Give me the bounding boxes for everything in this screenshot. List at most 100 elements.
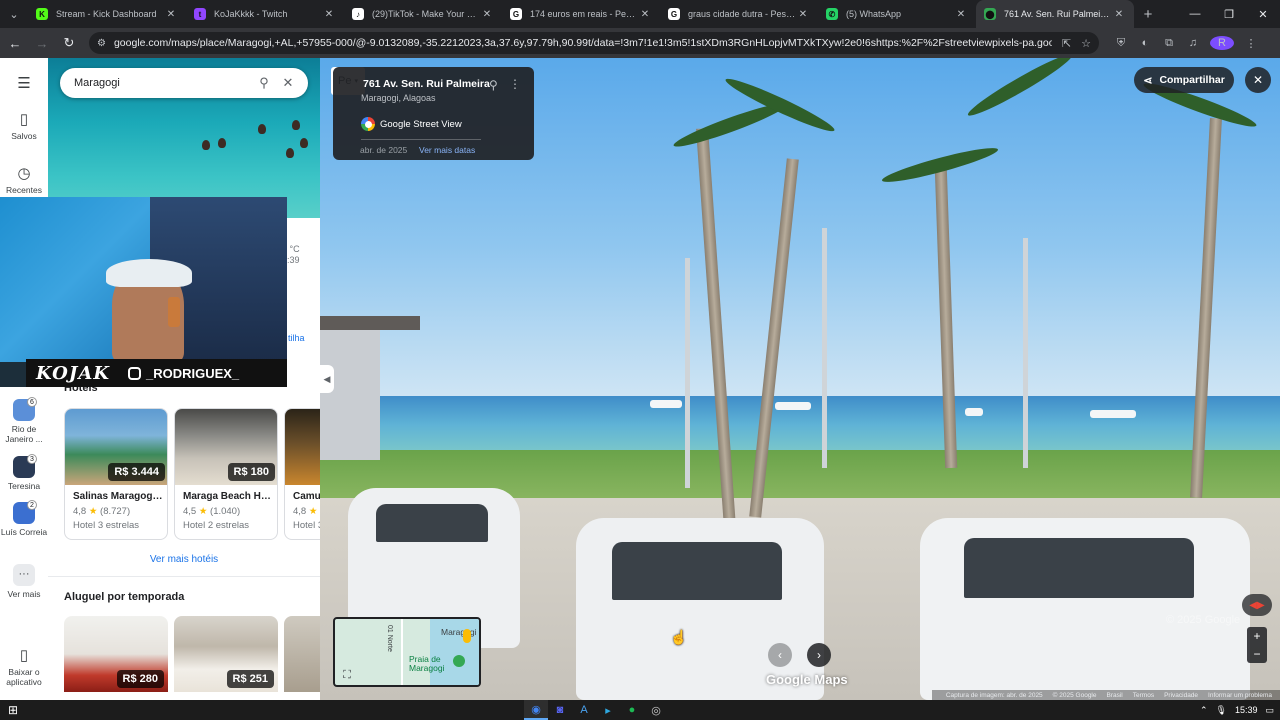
more-dates-link[interactable]: Ver mais datas — [419, 145, 475, 155]
browser-tab[interactable]: ✆ (5) WhatsApp ✕ — [818, 0, 976, 28]
close-tab-icon[interactable]: ✕ — [322, 9, 336, 20]
url-text: google.com/maps/place/Maragogi,+AL,+5795… — [113, 37, 1052, 49]
clear-search-icon[interactable]: ✕ — [276, 75, 300, 91]
hotel-card[interactable]: Camur... 4,8 ★ Hotel 3 — [284, 408, 320, 540]
footer-region[interactable]: Brasil — [1107, 692, 1123, 699]
minimap-road-label: 01 Norte — [386, 625, 393, 652]
zoom-out-icon[interactable]: − — [1247, 645, 1267, 663]
next-arrow-icon[interactable]: › — [807, 643, 831, 667]
twitch-icon: t — [194, 8, 206, 20]
tray-chevron-icon[interactable]: ⌃ — [1200, 705, 1208, 716]
address-bar[interactable]: ⚙ google.com/maps/place/Maragogi,+AL,+57… — [89, 32, 1099, 54]
media-control-icon[interactable]: ♫ — [1181, 37, 1205, 49]
rental-card[interactable] — [284, 616, 320, 692]
spotify-taskbar-icon[interactable]: ● — [620, 700, 644, 720]
close-tab-icon[interactable]: ✕ — [954, 9, 968, 20]
search-icon[interactable]: ⚲ — [252, 75, 276, 91]
tab-list: K Stream - Kick Dashboard ✕ t KoJaKkkk - Twi… — [28, 0, 1134, 28]
share-button[interactable]: ⋖ Compartilhar — [1134, 67, 1234, 93]
windows-start-icon[interactable]: ⊞ — [6, 703, 20, 717]
recent-place-luis-correia[interactable]: 2 Luís Correia — [0, 500, 48, 537]
bookmark-star-icon[interactable]: ☆ — [1081, 37, 1091, 50]
streamer-logo: KOJAK — [36, 362, 110, 384]
close-tab-icon[interactable]: ✕ — [1112, 9, 1126, 20]
profile-avatar[interactable]: R — [1210, 36, 1234, 50]
extension-icon[interactable]: ◐ — [1133, 37, 1157, 49]
collapse-panel-button[interactable]: ◀ — [320, 365, 334, 393]
install-app-icon[interactable]: ⇱ — [1062, 37, 1071, 50]
place-thumbnail: 6 — [13, 397, 37, 421]
app-taskbar-icon[interactable]: A — [572, 700, 596, 720]
star-icon: ★ — [88, 506, 98, 517]
photo-detail — [292, 120, 300, 130]
terminal-taskbar-icon[interactable]: ▸ — [596, 700, 620, 720]
saved-button[interactable]: ▯ Salvos — [0, 110, 48, 141]
more-hotels-link[interactable]: Ver mais hotéis — [48, 554, 320, 565]
rental-card[interactable]: R$ 251 — [174, 616, 278, 692]
back-icon[interactable]: ← — [3, 31, 27, 55]
notifications-icon[interactable]: ▭ — [1265, 705, 1274, 716]
browser-tab[interactable]: Ggraus cidade dutra - Pesquisa G✕ — [660, 0, 818, 28]
discord-taskbar-icon[interactable]: ◙ — [548, 700, 572, 720]
tab-title: (5) WhatsApp — [846, 9, 902, 19]
kiosk-roof — [320, 316, 420, 330]
minimize-icon[interactable]: — — [1178, 0, 1212, 28]
chrome-taskbar-icon[interactable]: ◉ — [524, 700, 548, 720]
close-tab-icon[interactable]: ✕ — [796, 9, 810, 20]
boat — [775, 402, 811, 410]
clock[interactable]: 15:39 — [1235, 705, 1258, 715]
browser-tab[interactable]: K Stream - Kick Dashboard ✕ — [28, 0, 186, 28]
restore-icon[interactable]: ❐ — [1212, 0, 1246, 28]
more-options-icon[interactable]: ⋮ — [509, 77, 521, 91]
copyright-watermark: © 2025 Google — [1166, 614, 1241, 626]
expand-map-icon[interactable]: ⛶ — [339, 667, 355, 683]
browser-tab[interactable]: ♪ (29)TikTok - Make Your Day ✕ — [344, 0, 502, 28]
hotel-card[interactable]: R$ 3.444 Salinas Maragogi ... 4,8 ★ (8.7… — [64, 408, 168, 540]
tab-title: KoJaKkkk - Twitch — [214, 9, 288, 19]
close-tab-icon[interactable]: ✕ — [480, 9, 494, 20]
recent-place-teresina[interactable]: 3 Teresina — [0, 454, 48, 491]
hotel-rating: 4,8 ★ — [293, 506, 317, 517]
previous-arrow-icon[interactable]: ‹ — [768, 643, 792, 667]
review-count: (8.727) — [100, 506, 131, 517]
footer-terms[interactable]: Termos — [1133, 692, 1154, 699]
shield-extension-icon[interactable]: ⛨ — [1109, 37, 1133, 50]
browser-tab[interactable]: G 174 euros em reais - Pesquisa G✕ — [502, 0, 660, 28]
site-info-icon[interactable]: ⚙ — [97, 38, 106, 49]
footer-report[interactable]: Informar um problema — [1208, 692, 1272, 699]
rental-card[interactable]: R$ 280 — [64, 616, 168, 692]
boat — [650, 400, 682, 408]
location-pin-icon[interactable]: ⚲ — [489, 78, 498, 92]
menu-icon[interactable]: ⋮ — [1239, 37, 1263, 50]
compass-icon[interactable]: ◀▶ — [1242, 594, 1272, 616]
close-tab-icon[interactable]: ✕ — [638, 9, 652, 20]
close-street-view-button[interactable]: ✕ — [1245, 67, 1271, 93]
recent-button[interactable]: ◷ Recentes — [0, 164, 48, 195]
obs-taskbar-icon[interactable]: ◎ — [644, 700, 668, 720]
browser-tab[interactable]: ⬤ 761 Av. Sen. Rui Palmeira - Goo✕ — [976, 0, 1134, 28]
search-input[interactable] — [74, 77, 252, 89]
hamburger-menu-icon[interactable]: ☰ — [0, 74, 48, 95]
forward-icon[interactable]: → — [30, 31, 54, 55]
mini-map[interactable]: Maragogi 01 Norte Praia de Maragogi ⛶ — [333, 617, 481, 687]
download-app-button[interactable]: ▯ Baixar o aplicativo — [0, 646, 48, 687]
microphone-icon[interactable]: 🎙 — [1216, 705, 1227, 716]
zoom-in-icon[interactable]: + — [1247, 627, 1267, 645]
close-tab-icon[interactable]: ✕ — [164, 9, 178, 20]
new-tab-button[interactable]: + — [1134, 6, 1162, 23]
tiktok-icon: ♪ — [352, 8, 364, 20]
tab-search-icon[interactable]: ⌄ — [0, 0, 28, 28]
instagram-icon — [127, 366, 141, 380]
puzzle-icon[interactable]: ⧉ — [1157, 37, 1181, 50]
webcam-overlay: KOJAK _RODRIGUEX_ — [0, 197, 287, 387]
footer-privacy[interactable]: Privacidade — [1164, 692, 1198, 699]
close-window-icon[interactable]: ✕ — [1246, 0, 1280, 28]
recent-place-rio[interactable]: 6 Rio de Janeiro ... — [0, 397, 48, 444]
browser-tab[interactable]: t KoJaKkkk - Twitch ✕ — [186, 0, 344, 28]
hotel-card[interactable]: R$ 180 Maraga Beach Ho... 4,5 ★ (1.040) … — [174, 408, 278, 540]
share-link-partial[interactable]: tilha — [288, 333, 305, 343]
more-button[interactable]: ··· Ver mais — [0, 564, 48, 599]
street-view-panorama[interactable]: Pe▾ 761 Av. Sen. Rui Palmeira Maragogi, … — [320, 58, 1280, 700]
kiosk-wall — [320, 330, 380, 460]
reload-icon[interactable]: ↻ — [57, 31, 81, 55]
